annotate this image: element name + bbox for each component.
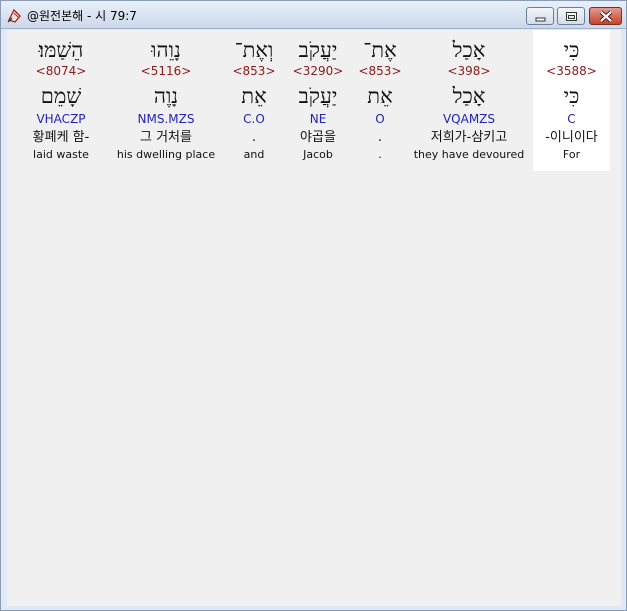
morphology-code: NE (309, 112, 327, 126)
strong-number[interactable]: <853> (229, 64, 279, 78)
strong-number[interactable]: <5116> (111, 64, 221, 78)
english-gloss: laid waste (33, 148, 89, 161)
hebrew-word: אֶת־ (363, 38, 397, 62)
hebrew-word: אָכַל (452, 38, 486, 62)
strong-number[interactable]: <8074> (7, 64, 115, 78)
hebrew-word: יַעֲקֹב (298, 38, 338, 62)
hebrew-lemma: יַעֲקֹב (298, 84, 338, 108)
morphology-code: VQAMZS (442, 112, 496, 126)
hebrew-lemma: שָׁמֵם (40, 84, 82, 108)
morphology-code: NMS.MZS (137, 112, 195, 126)
hebrew-word: נָוֵהוּ (151, 38, 181, 62)
hebrew-word: כִּי (563, 38, 580, 62)
maximize-button[interactable] (557, 7, 585, 25)
strong-number[interactable]: <853> (354, 64, 406, 78)
korean-gloss: 저희가-삼키고 (430, 130, 508, 145)
korean-gloss: -이니이다 (545, 130, 598, 145)
hebrew-word: וְאֶת־ (234, 38, 274, 62)
app-logo-icon[interactable] (6, 7, 23, 24)
english-gloss: and (243, 148, 265, 161)
korean-gloss: . (251, 130, 257, 145)
korean-gloss: . (377, 130, 383, 145)
english-gloss: . (378, 148, 382, 161)
morphology-code: VHACZP (36, 112, 86, 126)
korean-gloss: 야곱을 (300, 130, 336, 145)
morphology-code: O (375, 112, 385, 126)
hebrew-word: הֵשַׁמּוּ׃ (38, 38, 84, 62)
title-bar[interactable]: @원전본해 - 시 79:7 (1, 1, 626, 29)
english-gloss: For (562, 148, 581, 161)
english-gloss: they have devoured (413, 148, 525, 161)
window-title: @원전본해 - 시 79:7 (27, 9, 137, 23)
word-column[interactable]: אָכַל <398> אָכַל VQAMZS 저희가-삼키고 they ha… (409, 30, 529, 171)
close-button[interactable] (589, 7, 622, 25)
hebrew-lemma: כִּי (563, 84, 580, 108)
english-gloss: Jacob (303, 148, 333, 161)
strong-number[interactable]: <3290> (286, 64, 350, 78)
hebrew-lemma: אָכַל (452, 84, 486, 108)
word-column[interactable]: אֶת־ <853> אֵת O . . (354, 30, 406, 171)
minimize-icon (535, 17, 546, 22)
interlinear-view: הֵשַׁמּוּ׃ <8074> שָׁמֵם VHACZP 황폐케 함- l… (7, 30, 621, 606)
app-window: @원전본해 - 시 79:7 הֵשַׁמּוּ׃ <8074> שָׁמֵם … (0, 0, 627, 611)
strong-number[interactable]: <398> (409, 64, 529, 78)
maximize-icon (566, 12, 577, 21)
word-column[interactable]: נָוֵהוּ <5116> נָוֶה NMS.MZS 그 거처를 his d… (111, 30, 221, 171)
minimize-button[interactable] (526, 7, 554, 25)
word-column[interactable]: יַעֲקֹב <3290> יַעֲקֹב NE 야곱을 Jacob (286, 30, 350, 171)
word-column[interactable]: וְאֶת־ <853> אֵת C.O . and (229, 30, 279, 171)
korean-gloss: 황폐케 함- (32, 130, 90, 145)
morphology-code: C (567, 112, 576, 126)
strong-number[interactable]: <3588> (533, 64, 610, 78)
korean-gloss: 그 거처를 (140, 130, 192, 145)
morphology-code: C.O (243, 112, 265, 126)
close-icon (599, 10, 613, 23)
english-gloss: his dwelling place (116, 148, 216, 161)
hebrew-lemma: אֵת (367, 84, 393, 108)
hebrew-lemma: אֵת (241, 84, 267, 108)
hebrew-lemma: נָוֶה (153, 84, 179, 108)
word-column[interactable]: הֵשַׁמּוּ׃ <8074> שָׁמֵם VHACZP 황폐케 함- l… (7, 30, 115, 171)
word-column-selected[interactable]: כִּי <3588> כִּי C -이니이다 For (533, 30, 610, 171)
